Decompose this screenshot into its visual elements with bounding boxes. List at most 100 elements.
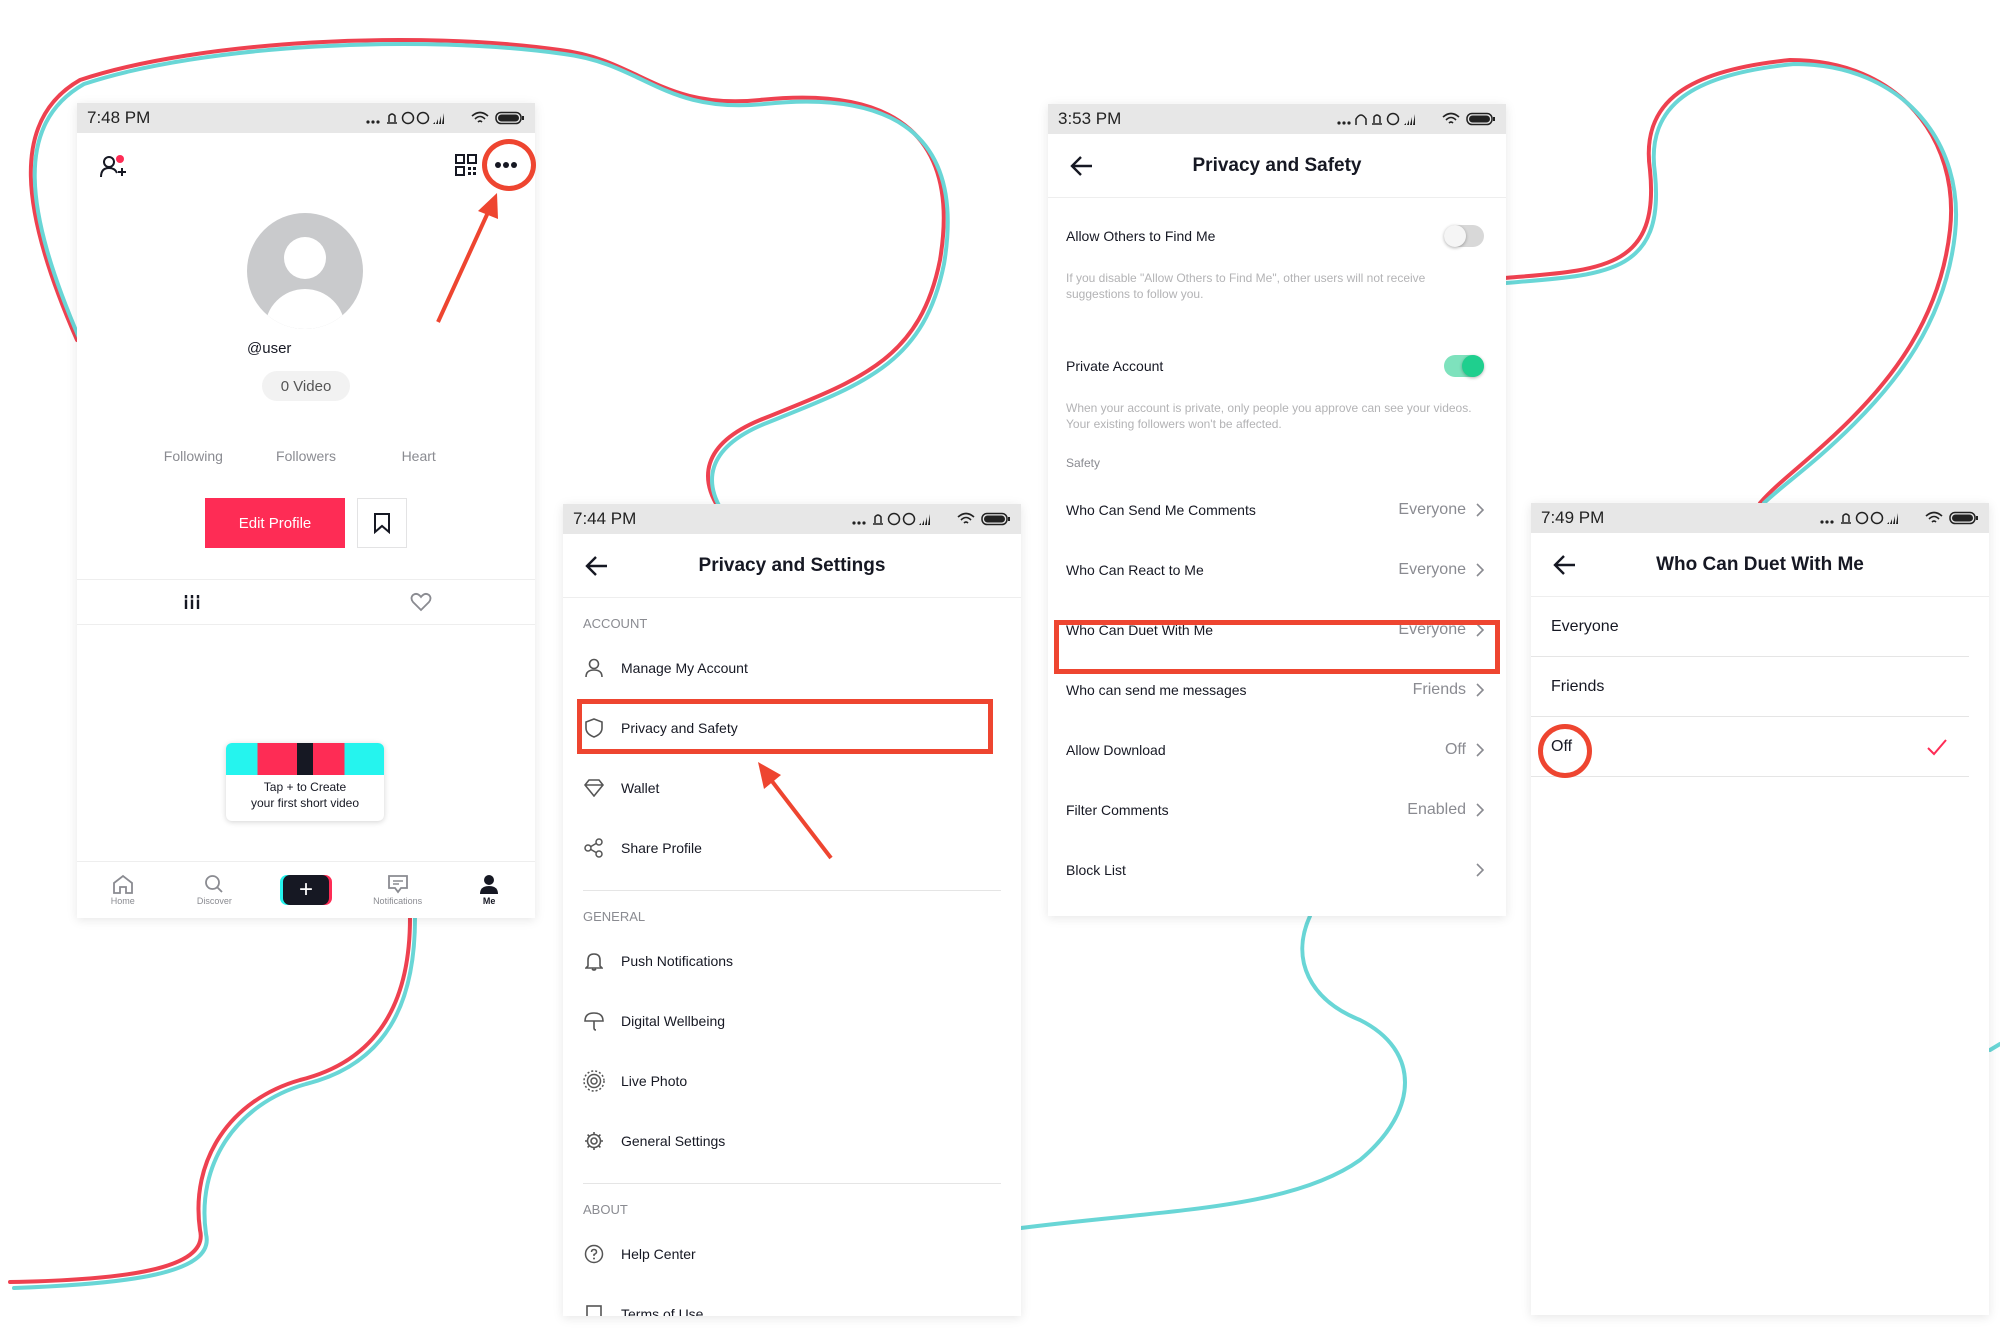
wire-red-2 [8,916,412,1284]
screen-header: Privacy and Safety [1048,134,1506,198]
menu-live-photo[interactable]: Live Photo [563,1051,1021,1111]
chevron-right-icon [1476,803,1484,817]
tip-banner-image [226,743,384,775]
nav-me[interactable]: Me [443,862,535,918]
setting-row-value: Everyone [1398,621,1466,638]
setting-allow-find-me: Allow Others to Find Me [1048,206,1506,266]
setting-row-label: Block List [1066,862,1126,878]
status-icons [1819,510,1979,526]
menu-share-profile[interactable]: Share Profile [563,818,1021,878]
nav-discover-label: Discover [196,896,232,906]
add-friend-icon[interactable] [99,153,127,179]
menu-manage-account-label: Manage My Account [621,660,748,676]
menu-privacy-safety-label: Privacy and Safety [621,720,738,736]
chevron-right-icon [1476,743,1484,757]
status-bar: 7:49 PM [1531,503,1989,533]
menu-push-notifications[interactable]: Push Notifications [563,931,1021,991]
user-icon [585,658,603,678]
chevron-right-icon [1476,623,1484,637]
section-safety: Safety [1066,456,1101,470]
setting-row[interactable]: Who Can Send Me Comments Everyone [1048,480,1506,540]
safety-settings-list: Who Can Send Me Comments Everyone Who Ca… [1048,480,1506,900]
setting-row[interactable]: Filter Comments Enabled [1048,780,1506,840]
option-off[interactable]: Off [1531,717,1969,777]
back-arrow-icon[interactable] [1551,551,1579,579]
menu-digital-wellbeing[interactable]: Digital Wellbeing [563,991,1021,1051]
status-time: 7:48 PM [87,108,151,127]
tab-videos[interactable] [77,580,306,624]
menu-terms-of-use[interactable]: Terms of Use [563,1284,1021,1316]
status-time: 3:53 PM [1058,109,1122,128]
menu-live-photo-label: Live Photo [621,1073,688,1089]
username: @user [247,340,292,357]
setting-row-value: Everyone [1398,501,1466,518]
stat-following[interactable]: Following [77,448,250,464]
setting-row-label: Who can send me messages [1066,682,1247,698]
bell-icon [585,953,603,971]
profile-top-bar [77,133,535,197]
nav-me-label: Me [482,896,496,906]
setting-row[interactable]: Block List [1048,840,1506,900]
setting-row-value: Off [1444,741,1466,758]
nav-home[interactable]: Home [77,862,169,918]
status-icons [1336,111,1496,127]
bookmark-icon [374,513,390,534]
more-options-icon[interactable] [494,161,518,169]
back-arrow-icon[interactable] [1068,152,1096,180]
menu-general-settings[interactable]: General Settings [563,1111,1021,1171]
setting-row[interactable]: Allow Download Off [1048,720,1506,780]
status-bar: 3:53 PM [1048,104,1506,134]
bottom-nav: Home Discover + Notifications Me [77,861,535,918]
battery-icon [1949,511,1978,525]
status-time: 7:49 PM [1541,508,1605,527]
option-friends[interactable]: Friends [1531,657,1969,717]
back-arrow-icon[interactable] [583,552,611,580]
wifi-icon [471,111,489,123]
setting-row[interactable]: Who Can React to Me Everyone [1048,540,1506,600]
allow-find-me-hint: If you disable "Allow Others to Find Me"… [1066,271,1426,301]
status-bar: 7:44 PM [563,504,1021,534]
status-icons [365,110,525,126]
section-general: GENERAL [583,909,646,924]
menu-manage-account[interactable]: Manage My Account [563,638,1021,698]
stat-followers[interactable]: Followers [250,448,363,464]
create-video-tip[interactable]: Tap + to Create your first short video [226,743,384,821]
menu-general-settings-label: General Settings [621,1133,726,1149]
tip-text: Tap + to Create your first short video [226,779,384,811]
menu-help-center[interactable]: Help Center [563,1224,1021,1284]
nav-notifications[interactable]: Notifications [352,862,444,918]
nav-discover[interactable]: Discover [169,862,261,918]
privacy-and-settings-screen: 7:44 PM Privacy and Settings ACCOUNT Man… [563,504,1021,1316]
setting-row[interactable]: Who can send me messages Friends [1048,660,1506,720]
qr-code-icon[interactable] [454,153,478,177]
private-account-toggle[interactable] [1444,355,1484,377]
menu-privacy-safety[interactable]: Privacy and Safety [563,698,1021,758]
stat-heart: Heart [401,448,436,464]
wire-cyan-5 [1988,1042,2000,1052]
chevron-right-icon [1476,683,1484,697]
option-everyone[interactable]: Everyone [1531,597,1969,657]
menu-wallet[interactable]: Wallet [563,758,1021,818]
live-photo-icon [583,1070,605,1092]
avatar[interactable] [247,213,363,329]
share-icon [584,838,603,858]
nav-create[interactable]: + [260,862,352,918]
nav-notifications-label: Notifications [373,896,423,906]
setting-row-duet[interactable]: Who Can Duet With Me Everyone [1048,600,1506,660]
person-icon [480,875,499,894]
edit-profile-button[interactable]: Edit Profile [205,498,345,548]
wire-cyan-2 [12,916,417,1290]
favorites-button[interactable] [357,498,407,548]
tab-liked[interactable] [306,580,535,624]
menu-terms-of-use-label: Terms of Use [621,1306,704,1316]
page-title: Privacy and Settings [698,554,886,576]
chevron-right-icon [1476,863,1484,877]
inbox-icon [387,875,408,894]
allow-find-me-toggle[interactable] [1444,225,1484,247]
option-label: Off [1551,737,1573,755]
menu-push-notifications-label: Push Notifications [621,953,734,969]
gear-icon [585,1132,603,1150]
option-label: Everyone [1551,617,1619,635]
menu-share-profile-label: Share Profile [621,840,702,856]
wifi-icon [1442,112,1460,124]
